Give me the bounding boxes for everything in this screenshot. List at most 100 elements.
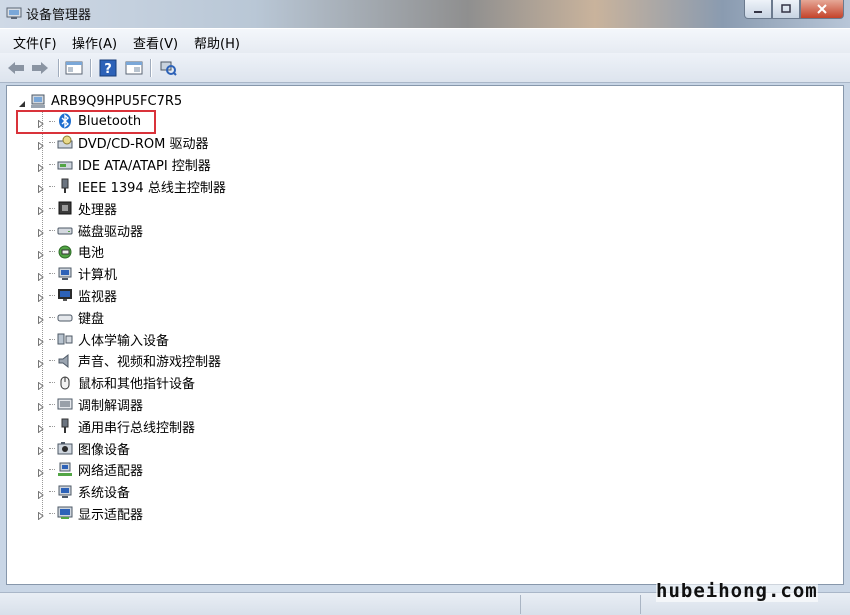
tree-item-label: 处理器 [78, 202, 118, 218]
expand-icon[interactable] [37, 444, 45, 456]
expand-icon[interactable] [37, 182, 45, 194]
show-hide-console-tree-button[interactable] [64, 58, 84, 78]
tree-item-hid[interactable]: 人体学输入设备 [37, 329, 169, 349]
back-arrow-icon [8, 62, 24, 74]
tree-item-label: IEEE 1394 总线主控制器 [78, 180, 226, 196]
expand-icon[interactable] [37, 248, 45, 260]
tree-item-ide-controller[interactable]: IDE ATA/ATAPI 控制器 [37, 155, 211, 175]
root-computer-name: ARB9Q9HPU5FC7R5 [51, 93, 183, 109]
tree-item-label: 人体学输入设备 [78, 333, 170, 349]
forward-button[interactable] [30, 58, 50, 78]
window-title: 设备管理器 [26, 8, 92, 23]
tree-item-label: 计算机 [78, 268, 118, 284]
ide-controller-icon [57, 157, 73, 173]
bluetooth-highlight-box [16, 110, 156, 134]
tree-item-label: IDE ATA/ATAPI 控制器 [78, 159, 211, 175]
menu-file[interactable]: 文件(F) [13, 33, 57, 52]
expand-icon[interactable] [37, 379, 45, 391]
expand-icon[interactable] [37, 466, 45, 478]
expand-icon[interactable] [37, 488, 45, 500]
close-button[interactable] [800, 0, 844, 19]
tree-item-label: 磁盘驱动器 [78, 224, 144, 240]
tree-item-label: 显示适配器 [78, 507, 144, 523]
forward-arrow-icon [32, 62, 48, 74]
expand-icon[interactable] [37, 270, 45, 282]
monitor-icon [57, 287, 73, 303]
disk-drive-icon [57, 222, 73, 238]
expand-icon[interactable] [37, 204, 45, 216]
battery-icon [57, 244, 73, 260]
expand-icon[interactable] [37, 291, 45, 303]
menu-help[interactable]: 帮助(H) [194, 33, 240, 52]
expand-icon[interactable] [37, 226, 45, 238]
tree-item-network-adapter[interactable]: 网络适配器 [37, 460, 143, 480]
speaker-icon [57, 353, 73, 369]
tree-item-label: 鼠标和其他指针设备 [78, 377, 196, 393]
svg-text:?: ? [104, 62, 112, 77]
expand-icon[interactable] [37, 139, 45, 151]
tree-item-label: 通用串行总线控制器 [78, 420, 196, 436]
watermark: hubeihong.com [656, 580, 818, 602]
scan-hardware-icon [160, 61, 177, 76]
tree-item-computer[interactable]: 计算机 [37, 264, 117, 284]
expand-icon[interactable] [37, 400, 45, 412]
expand-icon[interactable] [37, 422, 45, 434]
tree-item-label: 监视器 [78, 289, 118, 305]
maximize-button[interactable] [772, 0, 800, 19]
properties-button[interactable] [124, 58, 144, 78]
tree-item-label: 调制解调器 [78, 398, 144, 414]
tree-item-monitor[interactable]: 监视器 [37, 285, 117, 305]
tree-item-mouse[interactable]: 鼠标和其他指针设备 [37, 373, 195, 393]
keyboard-icon [57, 309, 73, 325]
tree-item-label: 电池 [78, 246, 105, 262]
tree-item-optical-drive[interactable]: DVD/CD-ROM 驱动器 [37, 133, 208, 153]
expand-icon[interactable] [37, 313, 45, 325]
help-button[interactable]: ? [98, 58, 118, 78]
tree-item-label: 图像设备 [78, 442, 131, 458]
tree-item-processor[interactable]: 处理器 [37, 198, 117, 218]
collapse-icon[interactable] [18, 97, 26, 107]
computer-root-icon [30, 93, 46, 109]
tree-item-battery[interactable]: 电池 [37, 242, 104, 262]
computer-icon [57, 266, 73, 282]
expand-icon[interactable] [37, 335, 45, 347]
tree-root[interactable]: ARB9Q9HPU5FC7R5 [18, 92, 182, 110]
help-icon: ? [99, 59, 117, 77]
device-manager-icon [6, 5, 22, 21]
expand-icon[interactable] [37, 357, 45, 369]
tree-item-label: 系统设备 [78, 486, 131, 502]
expand-icon[interactable] [37, 161, 45, 173]
tree-item-imaging-device[interactable]: 图像设备 [37, 438, 130, 458]
display-adapter-icon [57, 505, 73, 521]
tree-item-ieee1394[interactable]: IEEE 1394 总线主控制器 [37, 176, 226, 196]
tree-item-label: DVD/CD-ROM 驱动器 [78, 137, 209, 153]
back-button[interactable] [6, 58, 26, 78]
menu-bar: 文件(F) 操作(A) 查看(V) 帮助(H) [0, 28, 850, 53]
usb-icon [57, 418, 73, 434]
menu-action[interactable]: 操作(A) [72, 33, 117, 52]
minimize-button[interactable] [744, 0, 772, 19]
tree-item-usb[interactable]: 通用串行总线控制器 [37, 416, 195, 436]
menu-view[interactable]: 查看(V) [133, 33, 178, 52]
close-icon [817, 4, 827, 14]
maximize-icon [781, 4, 791, 13]
hid-icon [57, 331, 73, 347]
minimize-icon [754, 11, 762, 13]
system-device-icon [57, 484, 73, 500]
tree-item-speaker[interactable]: 声音、视频和游戏控制器 [37, 351, 221, 371]
title-bar[interactable]: 设备管理器 [0, 0, 850, 28]
tree-item-display-adapter[interactable]: 显示适配器 [37, 503, 143, 523]
tree-item-label: 网络适配器 [78, 464, 144, 480]
scan-hardware-changes-button[interactable] [158, 58, 178, 78]
console-tree-icon [65, 61, 83, 75]
tree-item-modem[interactable]: 调制解调器 [37, 394, 143, 414]
tree-item-system-device[interactable]: 系统设备 [37, 482, 130, 502]
device-tree-panel[interactable]: ARB9Q9HPU5FC7R5 Bluetooth DVD/CD-ROM 驱动器 I… [6, 85, 844, 585]
expand-icon[interactable] [37, 509, 45, 521]
imaging-device-icon [57, 440, 73, 456]
tree-item-label: 键盘 [78, 311, 105, 327]
tree-item-keyboard[interactable]: 键盘 [37, 307, 104, 327]
optical-drive-icon [57, 135, 73, 151]
properties-window-icon [125, 61, 143, 75]
tree-item-disk-drive[interactable]: 磁盘驱动器 [37, 220, 143, 240]
